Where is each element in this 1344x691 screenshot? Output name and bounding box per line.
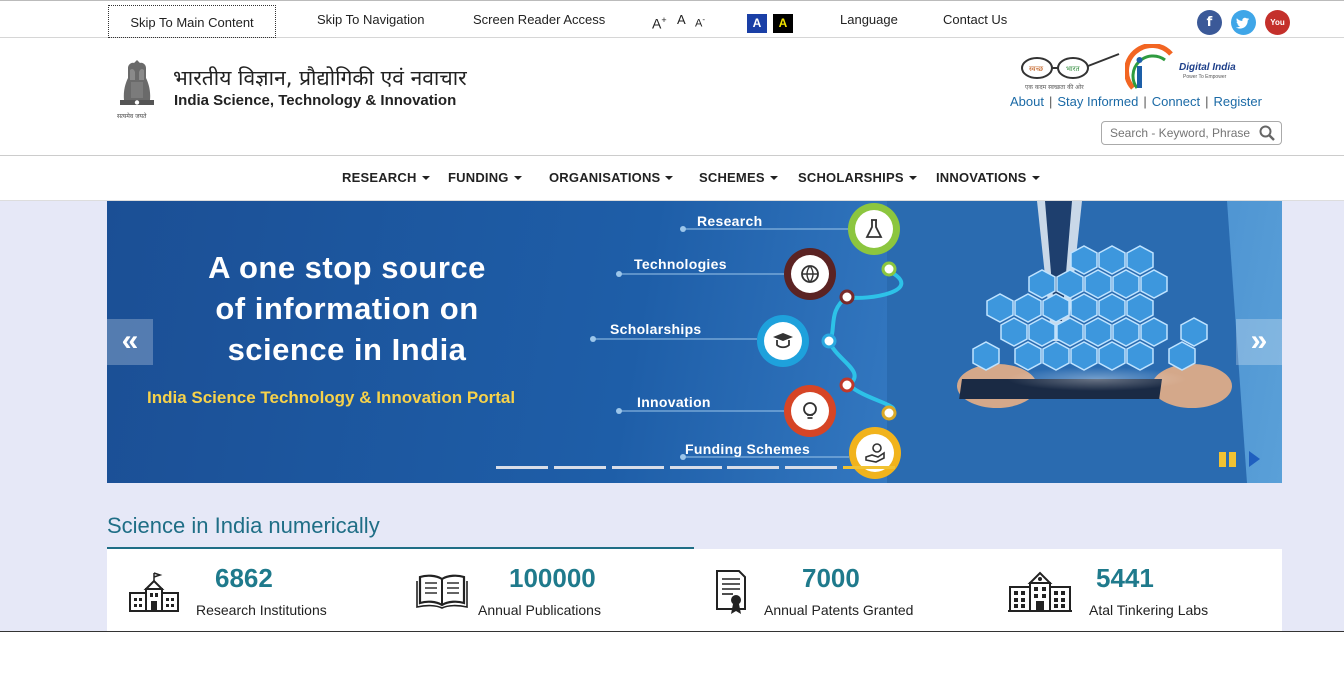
certificate-icon	[716, 570, 746, 614]
play-icon[interactable]	[1249, 451, 1260, 467]
swachh-bharat-logo-icon[interactable]: स्वच्छ भारत एक कदम स्वच्छता की ओर	[1019, 48, 1123, 92]
slide-indicator-6[interactable]	[785, 466, 837, 469]
search-input[interactable]	[1110, 124, 1252, 142]
slide-indicator-1[interactable]	[496, 466, 548, 469]
stat-value-annual-patents: 7000	[802, 563, 860, 593]
facebook-icon[interactable]: f	[1197, 10, 1222, 35]
stat-value-annual-publications: 100000	[509, 563, 596, 593]
nav-research[interactable]: RESEARCH	[342, 156, 430, 200]
youtube-icon[interactable]: You	[1265, 10, 1290, 35]
slider-prev-button[interactable]: «	[107, 319, 153, 365]
language-selector[interactable]: Language	[840, 1, 898, 39]
stat-value-atal-tinkering-labs: 5441	[1096, 563, 1154, 593]
font-normal-button[interactable]: A	[677, 1, 686, 39]
search-box	[1101, 121, 1282, 145]
chevron-down-icon	[908, 175, 917, 180]
svg-text:भारत: भारत	[1066, 65, 1081, 73]
stat-label-annual-patents: Annual Patents Granted	[764, 602, 914, 618]
hero-banner: A one stop source of information on scie…	[107, 201, 1282, 483]
book-icon	[416, 574, 468, 609]
page-bottom-divider	[0, 631, 1344, 632]
twitter-bird-icon	[1235, 17, 1250, 29]
digital-india-logo-icon[interactable]: Digital India Power To Empower	[1125, 44, 1237, 94]
funding-hand-icon	[865, 443, 885, 463]
slider-next-button[interactable]: »	[1236, 319, 1282, 365]
stats-section-title: Science in India numerically	[107, 513, 380, 538]
stats-panel: 6862 Research Institutions 100000 Annual…	[107, 549, 1282, 631]
accessibility-bar: Skip To Main Content Skip To Navigation …	[0, 0, 1344, 38]
high-contrast-button[interactable]: A	[773, 14, 793, 33]
emblem-caption: सत्यमेव जयते	[117, 113, 147, 120]
chevron-down-icon	[421, 175, 430, 180]
technology-globe-icon	[801, 265, 819, 284]
slide-indicator-7-active[interactable]	[843, 466, 895, 469]
slide-indicator-3[interactable]	[612, 466, 664, 469]
search-icon[interactable]	[1259, 125, 1275, 141]
about-link[interactable]: About	[1010, 94, 1044, 109]
lightbulb-icon	[803, 402, 817, 419]
slide-indicator-4[interactable]	[670, 466, 722, 469]
blue-contrast-button[interactable]: A	[747, 14, 767, 33]
svg-text:स्वच्छ: स्वच्छ	[1029, 65, 1044, 73]
nav-scholarships[interactable]: SCHOLARSHIPS	[798, 156, 917, 200]
chevron-down-icon	[1031, 175, 1040, 180]
skip-to-main-link[interactable]: Skip To Main Content	[108, 5, 276, 38]
slide-indicator-2[interactable]	[554, 466, 606, 469]
nav-funding[interactable]: FUNDING	[448, 156, 522, 200]
banner-tagline: India Science Technology & Innovation Po…	[147, 388, 516, 407]
connect-link[interactable]: Connect	[1152, 94, 1200, 109]
register-link[interactable]: Register	[1214, 94, 1262, 109]
svg-text:Digital India: Digital India	[1179, 62, 1236, 73]
nav-schemes[interactable]: SCHEMES	[699, 156, 778, 200]
stat-label-annual-publications: Annual Publications	[478, 602, 601, 618]
chevron-down-icon	[513, 175, 522, 180]
banner-label-funding-schemes[interactable]: Funding Schemes	[685, 441, 810, 457]
contact-us-link[interactable]: Contact Us	[943, 1, 1007, 39]
site-header: सत्यमेव जयते भारतीय विज्ञान, प्रौद्योगिक…	[0, 38, 1344, 155]
stat-label-research-institutions: Research Institutions	[196, 602, 327, 618]
site-title-english[interactable]: India Science, Technology & Innovation	[174, 92, 456, 109]
site-title-hindi[interactable]: भारतीय विज्ञान, प्रौद्योगिकी एवं नवाचार	[173, 64, 467, 92]
building-icon	[1008, 571, 1072, 612]
banner-label-innovation[interactable]: Innovation	[637, 394, 711, 410]
banner-label-scholarships[interactable]: Scholarships	[610, 321, 702, 337]
stat-label-atal-tinkering-labs: Atal Tinkering Labs	[1089, 602, 1209, 618]
screen-reader-access-link[interactable]: Screen Reader Access	[473, 1, 605, 39]
stay-informed-link[interactable]: Stay Informed	[1057, 94, 1138, 109]
main-navigation: RESEARCH FUNDING ORGANISATIONS SCHEMES S…	[0, 155, 1344, 201]
svg-text:Power To Empower: Power To Empower	[1183, 74, 1227, 80]
banner-headline: A one stop source of information on scie…	[208, 250, 486, 367]
institution-icon	[129, 572, 179, 612]
stat-value-research-institutions: 6862	[215, 563, 273, 593]
national-emblem-icon[interactable]	[114, 56, 160, 120]
nav-organisations[interactable]: ORGANISATIONS	[549, 156, 674, 200]
chevron-down-icon	[665, 175, 674, 180]
graduate-icon	[773, 333, 793, 349]
flask-icon	[865, 219, 883, 238]
svg-text:एक कदम स्वच्छता की ओर: एक कदम स्वच्छता की ओर	[1025, 83, 1084, 91]
pause-icon[interactable]	[1219, 452, 1237, 467]
skip-to-navigation-link[interactable]: Skip To Navigation	[317, 1, 424, 39]
nav-innovations[interactable]: INNOVATIONS	[936, 156, 1040, 200]
banner-label-research[interactable]: Research	[697, 213, 762, 229]
header-links: About | Stay Informed | Connect | Register	[1010, 94, 1262, 109]
chevron-down-icon	[769, 175, 778, 180]
slide-indicator-5[interactable]	[727, 466, 779, 469]
font-increase-button[interactable]: A+	[652, 1, 667, 39]
banner-label-technologies[interactable]: Technologies	[634, 256, 727, 272]
twitter-icon[interactable]	[1231, 10, 1256, 35]
font-decrease-button[interactable]: A-	[695, 1, 705, 39]
